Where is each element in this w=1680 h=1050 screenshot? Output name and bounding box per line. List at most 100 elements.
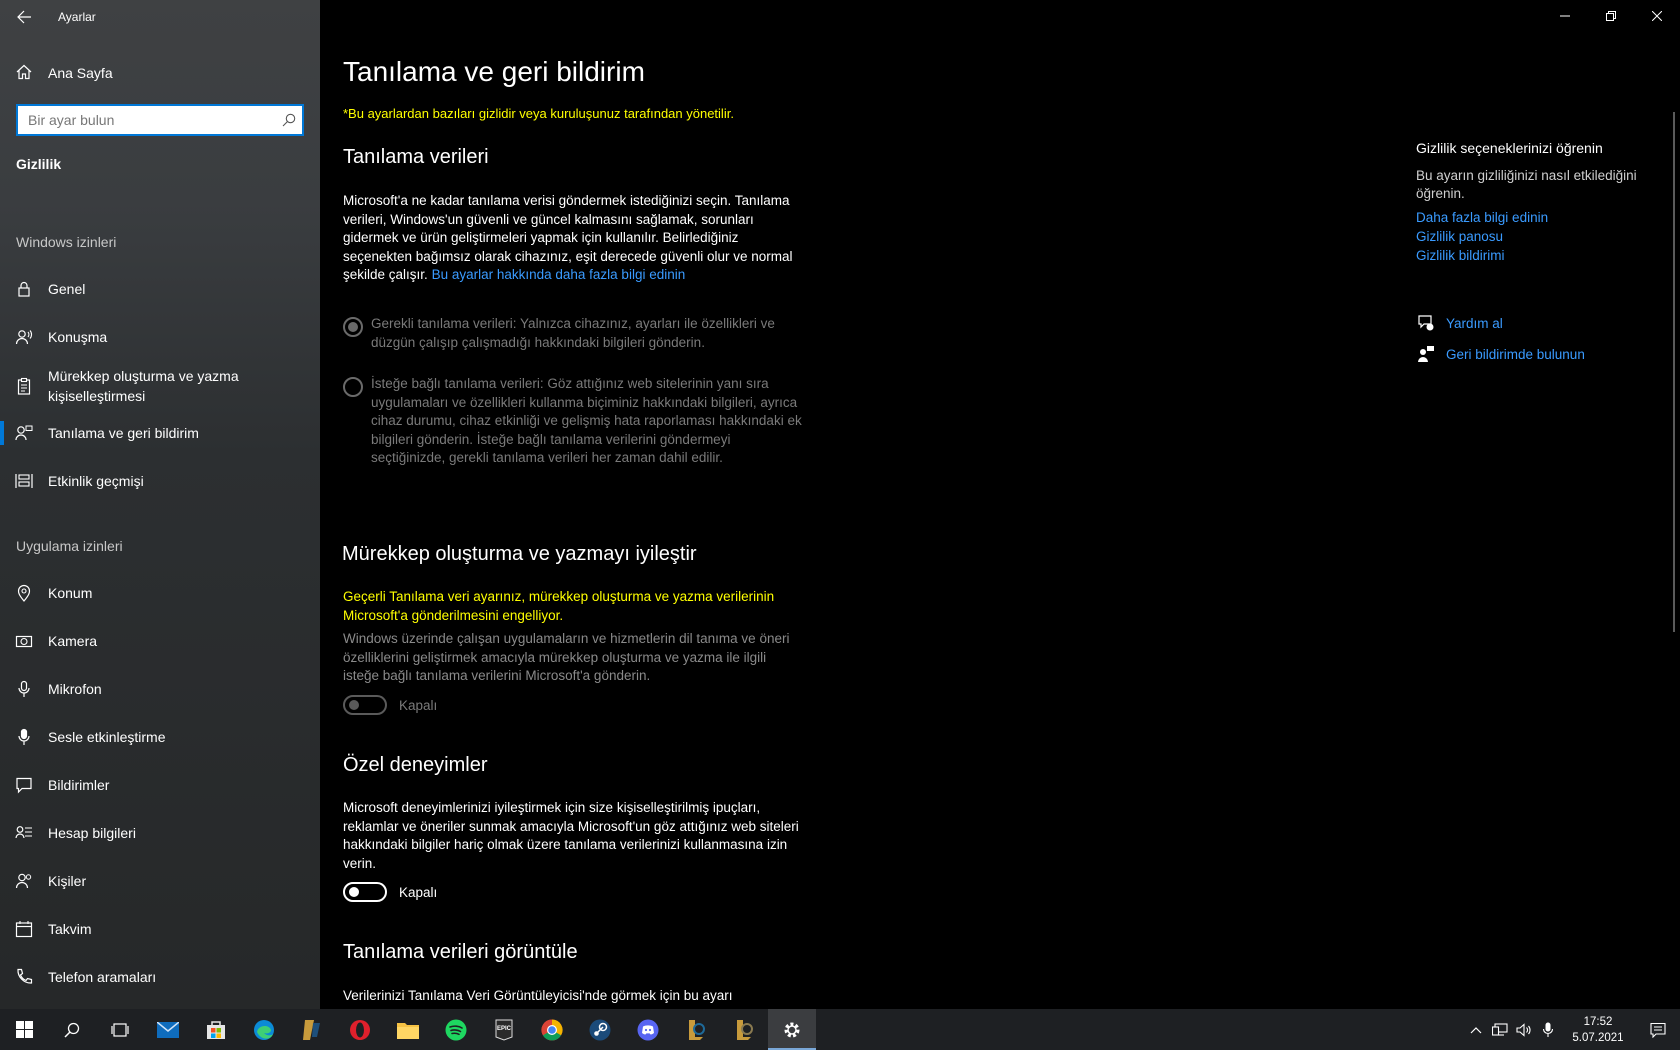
required-diagnostics-radio[interactable] <box>343 317 363 337</box>
discord-icon[interactable] <box>624 1009 672 1050</box>
chevron-up-icon[interactable] <box>1464 1009 1488 1050</box>
tailored-toggle-row: Kapalı <box>343 882 437 902</box>
tailored-experiences-toggle[interactable] <box>343 882 387 902</box>
tailored-experiences-description: Microsoft deneyimlerinizi iyileştirmek i… <box>343 800 799 871</box>
sidebar-item-label: Tanılama ve geri bildirim <box>48 425 199 441</box>
epic-games-icon[interactable]: EPIC <box>480 1009 528 1050</box>
sidebar-item-label: Etkinlik geçmişi <box>48 473 144 489</box>
sidebar-item-notifications[interactable]: Bildirimler <box>0 774 320 796</box>
sidebar-item-activity-history[interactable]: Etkinlik geçmişi <box>0 470 320 492</box>
start-icon[interactable] <box>0 1009 48 1050</box>
inking-description: Windows üzerinde çalışan uygulamaların v… <box>343 631 790 683</box>
restore-icon[interactable] <box>1588 0 1634 32</box>
sidebar-item-account-info[interactable]: Hesap bilgileri <box>0 822 320 844</box>
voice-activation-icon <box>0 728 48 746</box>
sidebar-item-calendar[interactable]: Takvim <box>0 918 320 940</box>
contacts-icon <box>0 872 48 890</box>
managed-settings-note: *Bu ayarlardan bazıları gizlidir veya ku… <box>343 106 734 121</box>
privacy-statement-link[interactable]: Gizlilik bildirimi <box>1416 248 1505 263</box>
network-icon[interactable] <box>1488 1009 1512 1050</box>
opera-icon[interactable] <box>336 1009 384 1050</box>
league-icon[interactable] <box>672 1009 720 1050</box>
scrollbar[interactable] <box>1673 112 1675 632</box>
settings-search-input[interactable] <box>18 106 276 134</box>
action-center-icon[interactable] <box>1636 1009 1680 1050</box>
sidebar-item-label: Bildirimler <box>48 777 110 793</box>
sidebar-item-label: Mikrofon <box>48 681 102 697</box>
mail-icon[interactable] <box>144 1009 192 1050</box>
clock-time: 17:52 <box>1583 1015 1613 1028</box>
sidebar-item-label: Kişiler <box>48 873 87 889</box>
calendar-icon <box>0 920 48 938</box>
page-title: Tanılama ve geri bildirim <box>343 56 645 87</box>
sidebar-item-inking-typing[interactable]: Mürekkep oluşturma ve yazma kişiselleşti… <box>0 365 320 407</box>
steam-icon[interactable] <box>576 1009 624 1050</box>
inking-warning: Geçerli Tanılama veri ayarınız, mürekkep… <box>343 589 775 623</box>
task-view-icon[interactable] <box>96 1009 144 1050</box>
league-client-icon[interactable] <box>720 1009 768 1050</box>
settings-sidebar: Ayarlar Ana Sayfa Gizlilik Windows izinl… <box>0 0 320 1009</box>
sidebar-item-microphone[interactable]: Mikrofon <box>0 678 320 700</box>
optional-diagnostics-radio[interactable] <box>343 377 363 397</box>
feedback-icon <box>1416 345 1436 363</box>
sidebar-item-contacts[interactable]: Kişiler <box>0 870 320 892</box>
feedback-person-icon <box>0 424 48 442</box>
lock-icon <box>0 280 48 298</box>
search-icon[interactable] <box>48 1009 96 1050</box>
edge-icon[interactable] <box>240 1009 288 1050</box>
home-icon <box>16 64 32 83</box>
chrome-icon[interactable] <box>528 1009 576 1050</box>
required-diagnostics-label: Gerekli tanılama verileri: Yalnızca ciha… <box>371 316 775 350</box>
sidebar-item-speech[interactable]: Konuşma <box>0 326 320 348</box>
spotify-icon[interactable] <box>432 1009 480 1050</box>
sidebar-item-camera[interactable]: Kamera <box>0 630 320 652</box>
system-tray: 17:52 5.07.2021 <box>1464 1009 1680 1050</box>
timeline-icon <box>0 472 48 490</box>
sidebar-item-label: Telefon aramaları <box>48 969 157 985</box>
settings-content: Tanılama ve geri bildirim *Bu ayarlardan… <box>320 0 1680 1009</box>
sidebar-item-diagnostics-feedback[interactable]: Tanılama ve geri bildirim <box>0 421 320 445</box>
view-diagnostic-data-heading: Tanılama verileri görüntüle <box>343 941 578 963</box>
sidebar-item-label: Takvim <box>48 921 92 937</box>
tailored-experiences-heading: Özel deneyimler <box>343 754 488 776</box>
file-explorer-icon[interactable] <box>384 1009 432 1050</box>
view-diagnostic-data-description: Verilerinizi Tanılama Veri Görüntüleyici… <box>343 988 733 1003</box>
sidebar-item-label: Mürekkep oluşturma ve yazma kişiselleşti… <box>48 368 239 404</box>
close-icon[interactable] <box>1634 0 1680 32</box>
game-launcher-icon[interactable] <box>288 1009 336 1050</box>
sidebar-item-voice-activation[interactable]: Sesle etkinleştirme <box>0 726 320 748</box>
settings-icon[interactable] <box>768 1009 816 1050</box>
optional-diagnostics-option[interactable]: İsteğe bağlı tanılama verileri: Göz attı… <box>343 375 803 468</box>
account-info-icon <box>0 824 48 842</box>
required-diagnostics-option[interactable]: Gerekli tanılama verileri: Yalnızca ciha… <box>343 315 803 352</box>
microphone-icon <box>0 680 48 698</box>
clipboard-icon <box>0 377 48 395</box>
home-label: Ana Sayfa <box>48 65 113 81</box>
get-help-link[interactable]: Yardım al <box>1416 314 1503 332</box>
privacy-options-description: Bu ayarın gizliliğinizi nasıl etkilediği… <box>1416 168 1637 201</box>
microphone-tray-icon[interactable] <box>1536 1009 1560 1050</box>
learn-more-link[interactable]: Bu ayarlar hakkında daha fazla bilgi edi… <box>432 267 686 282</box>
store-icon[interactable] <box>192 1009 240 1050</box>
clock[interactable]: 17:52 5.07.2021 <box>1560 1014 1636 1046</box>
sidebar-item-phone-calls[interactable]: Telefon aramaları <box>0 966 320 988</box>
back-arrow-icon[interactable] <box>16 9 32 25</box>
inking-toggle-label: Kapalı <box>399 697 438 713</box>
volume-icon[interactable] <box>1512 1009 1536 1050</box>
sidebar-item-general[interactable]: Genel <box>0 278 320 300</box>
tailored-toggle-label: Kapalı <box>399 884 438 900</box>
search-icon[interactable] <box>276 113 302 127</box>
settings-search-box[interactable] <box>16 104 304 136</box>
epic-games-logo-text: EPIC <box>497 1026 512 1032</box>
sidebar-item-location[interactable]: Konum <box>0 582 320 604</box>
sidebar-item-label: Konum <box>48 585 93 601</box>
give-feedback-link[interactable]: Geri bildirimde bulunun <box>1416 345 1585 363</box>
minimize-icon[interactable] <box>1542 0 1588 32</box>
location-icon <box>0 584 48 602</box>
inking-toggle[interactable] <box>343 695 387 715</box>
diagnostic-data-description: Microsoft'a ne kadar tanılama verisi gön… <box>343 192 803 285</box>
home-nav-item[interactable]: Ana Sayfa <box>16 60 113 86</box>
inking-typing-heading: Mürekkep oluşturma ve yazmayı iyileştir <box>342 543 697 565</box>
privacy-dashboard-link[interactable]: Gizlilik panosu <box>1416 229 1503 244</box>
learn-more-privacy-link[interactable]: Daha fazla bilgi edinin <box>1416 210 1548 225</box>
